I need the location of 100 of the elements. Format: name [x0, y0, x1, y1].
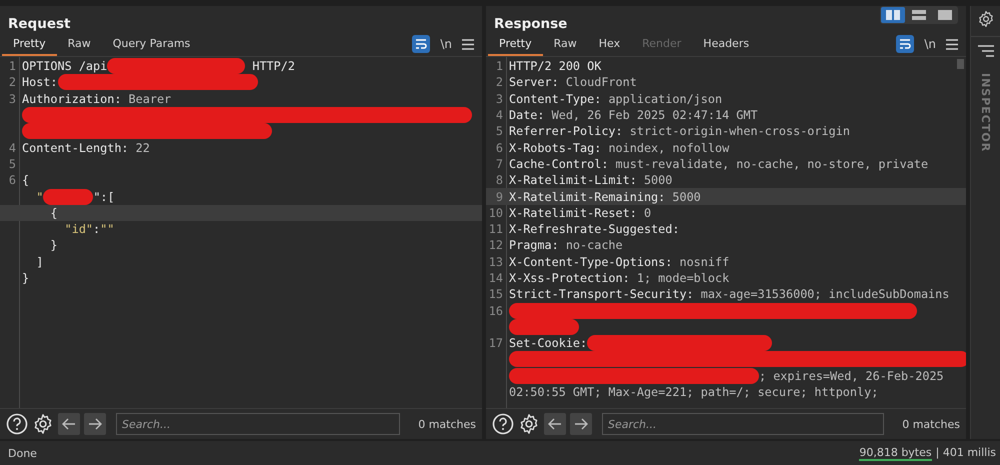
wrap-icon[interactable] — [896, 35, 914, 53]
line-number: 5 — [494, 124, 504, 138]
search-field[interactable]: Search... — [602, 413, 884, 435]
right-arrow-icon — [88, 418, 102, 430]
line-number: 2 — [8, 75, 17, 90]
settings-icon[interactable] — [32, 413, 54, 435]
code-text: X-Robots-Tag: — [509, 140, 602, 155]
code-text: 5000 — [642, 173, 672, 188]
code-text: X-Content-Type-Options: — [509, 254, 672, 269]
code-text: OPTIONS /api — [22, 59, 108, 74]
view-tab[interactable]: Hex — [588, 34, 632, 56]
line-number: 8 — [494, 173, 504, 188]
view-tab[interactable]: Query Params — [102, 34, 202, 56]
lines-icon[interactable] — [978, 45, 994, 57]
line-number: 11 — [488, 222, 504, 236]
view-tab[interactable]: Pretty — [488, 34, 543, 56]
code-text: Set-Cookie: — [509, 336, 588, 350]
code-text: Cache-Control: — [509, 156, 608, 171]
view-tab[interactable]: Raw — [542, 34, 588, 56]
line-number: 14 — [488, 271, 504, 285]
code-text: "id" — [64, 222, 94, 236]
layout-icon — [912, 10, 926, 20]
panel-title: Request — [8, 16, 70, 34]
code-text: { — [22, 173, 30, 188]
code-text: Server: — [509, 75, 559, 90]
code-text: application/json — [607, 92, 722, 106]
wrap-icon[interactable] — [412, 35, 430, 53]
newline-toggle[interactable]: \n — [924, 37, 936, 51]
code-text: must-revalidate, no-cache, no-store, private — [614, 156, 928, 171]
panel-title: Response — [494, 16, 568, 34]
view-tab[interactable]: Headers — [692, 34, 760, 56]
line-number: 6 — [8, 173, 17, 188]
back-button[interactable] — [58, 413, 80, 435]
menu-icon[interactable] — [462, 38, 474, 50]
response-time: | 401 millis — [936, 446, 996, 460]
help-icon[interactable] — [6, 413, 28, 435]
status-text: Done — [8, 446, 37, 460]
code-text: ":[ — [93, 190, 115, 204]
code-text: Pragma: — [509, 238, 559, 252]
code-text: : — [93, 222, 100, 236]
code-text: { — [49, 206, 58, 220]
help-icon[interactable] — [492, 413, 514, 435]
code-text: Strict-Transport-Security: — [509, 287, 694, 302]
code-text: HTTP/2 200 OK — [509, 59, 602, 74]
line-number: 2 — [494, 75, 504, 90]
code-text: X-Xss-Protection: — [509, 271, 630, 285]
code-text: 1; mode=block — [636, 271, 730, 285]
code-text: nosniff — [678, 254, 730, 269]
code-text: } — [49, 238, 58, 252]
forward-button[interactable] — [570, 413, 592, 435]
response-size: 90,818 bytes — [859, 446, 932, 460]
line-number: 4 — [494, 108, 504, 122]
line-number: 3 — [8, 92, 17, 106]
left-arrow-icon — [62, 418, 76, 430]
line-number: 5 — [8, 156, 17, 171]
layout-button[interactable] — [881, 7, 905, 23]
view-tab[interactable]: Pretty — [2, 34, 57, 56]
layout-icon — [938, 10, 952, 20]
settings-icon[interactable] — [518, 413, 540, 435]
code-text: Content-Type: — [509, 92, 602, 106]
code-text: Date: — [509, 108, 545, 122]
left-arrow-icon — [548, 418, 562, 430]
redaction-mark — [43, 188, 94, 205]
line-number: 16 — [488, 304, 504, 318]
line-number: 10 — [488, 206, 504, 220]
code-text: Bearer — [128, 92, 172, 106]
code-text: max-age=31536000; includeSubDomains — [700, 287, 950, 302]
code-text: noindex, nofollow — [607, 140, 730, 155]
code-text: X-Ratelimit-Reset: — [509, 206, 637, 220]
line-number: 17 — [488, 336, 504, 350]
code-text: "" — [100, 222, 114, 236]
newline-toggle[interactable]: \n — [440, 37, 452, 51]
line-number: 7 — [494, 156, 504, 171]
menu-icon[interactable] — [946, 38, 958, 50]
code-text: Authorization: — [22, 92, 122, 106]
line-number: 15 — [488, 287, 504, 302]
line-number: 1 — [8, 59, 17, 74]
search-field[interactable]: Search... — [116, 413, 400, 435]
settings-icon[interactable] — [976, 10, 994, 28]
match-count: 0 matches — [902, 418, 960, 430]
scrollbar[interactable] — [957, 59, 964, 69]
right-arrow-icon — [574, 418, 588, 430]
back-button[interactable] — [544, 413, 566, 435]
code-text: Host: — [22, 75, 58, 90]
line-number: 6 — [494, 140, 504, 155]
code-text: 22 — [134, 140, 150, 155]
line-number: 9 — [494, 190, 504, 204]
code-text: X-Ratelimit-Remaining: — [509, 190, 666, 204]
code-text: X-Ratelimit-Limit: — [509, 173, 637, 188]
code-text: X-Refreshrate-Suggested: — [509, 222, 680, 236]
code-text: ] — [35, 254, 44, 269]
code-text: 5000 — [671, 190, 701, 204]
code-text: ; expires=Wed, 26-Feb-2025 — [759, 368, 944, 383]
forward-button[interactable] — [84, 413, 106, 435]
code-text: Wed, 26 Feb 2025 02:47:14 GMT — [550, 108, 758, 122]
view-tab[interactable]: Raw — [56, 34, 102, 56]
line-number: 3 — [494, 92, 504, 106]
code-text: no-cache — [564, 238, 623, 252]
code-text: CloudFront — [564, 75, 637, 90]
line-number: 1 — [494, 59, 504, 74]
